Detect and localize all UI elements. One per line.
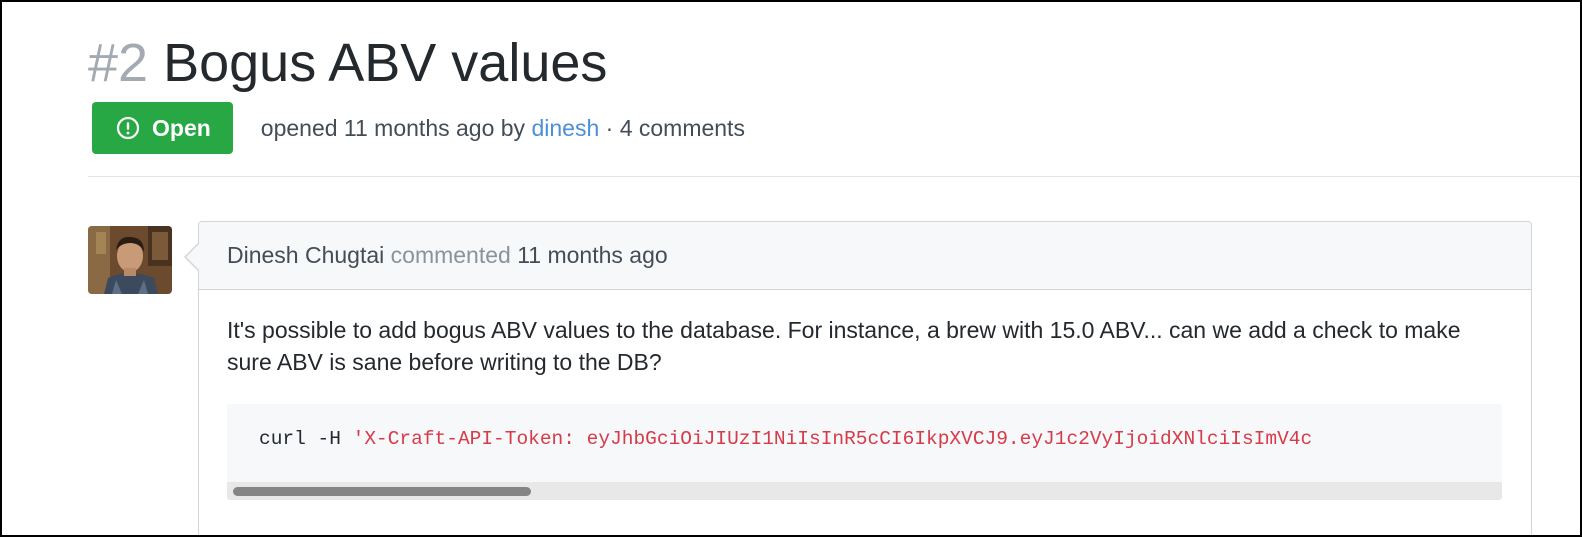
- comment-verb: commented: [390, 242, 511, 268]
- meta-separator: ·: [605, 114, 614, 141]
- screenshot-frame: #2 Bogus ABV values Open opened 11 month…: [0, 0, 1582, 537]
- code-command: curl -H: [259, 428, 353, 450]
- issue-meta: opened 11 months ago by dinesh · 4 comme…: [261, 115, 745, 142]
- issue-opened-icon: [116, 116, 140, 140]
- comment-author[interactable]: Dinesh Chugtai: [227, 242, 384, 269]
- issue-number: #2: [88, 33, 149, 93]
- comment-header: Dinesh Chugtai commented 11 months ago: [199, 222, 1531, 290]
- issue-state-label: Open: [152, 114, 211, 141]
- code-scrollbar-thumb[interactable]: [233, 487, 531, 496]
- code-scrollbar[interactable]: [227, 482, 1502, 500]
- comment-box: Dinesh Chugtai commented 11 months ago I…: [198, 221, 1532, 535]
- issue-title-text: Bogus ABV values: [163, 33, 608, 93]
- opened-text: opened 11 months ago by: [260, 114, 526, 141]
- comment-body: It's possible to add bogus ABV values to…: [199, 314, 1531, 378]
- comment-count: 4 comments: [619, 114, 745, 141]
- issue-title: #2 Bogus ABV values: [88, 32, 607, 94]
- code-line: curl -H 'X-Craft-API-Token: eyJhbGciOiJI…: [259, 428, 1312, 450]
- avatar-image: [88, 226, 172, 294]
- comment-text: It's possible to add bogus ABV values to…: [227, 317, 1461, 375]
- code-string: 'X-Craft-API-Token: eyJhbGciOiJIUzI1NiIs…: [352, 428, 1313, 450]
- issue-header: #2 Bogus ABV values: [88, 32, 607, 94]
- comment-arrow-fill: [186, 244, 199, 270]
- issue-meta-row: Open opened 11 months ago by dinesh · 4 …: [92, 102, 745, 154]
- comment-timestamp[interactable]: 11 months ago: [517, 242, 667, 269]
- avatar[interactable]: [88, 226, 172, 294]
- code-block: curl -H 'X-Craft-API-Token: eyJhbGciOiJI…: [227, 404, 1502, 500]
- issue-state-badge: Open: [92, 102, 233, 154]
- author-link[interactable]: dinesh: [531, 115, 599, 141]
- header-divider: [88, 176, 1580, 177]
